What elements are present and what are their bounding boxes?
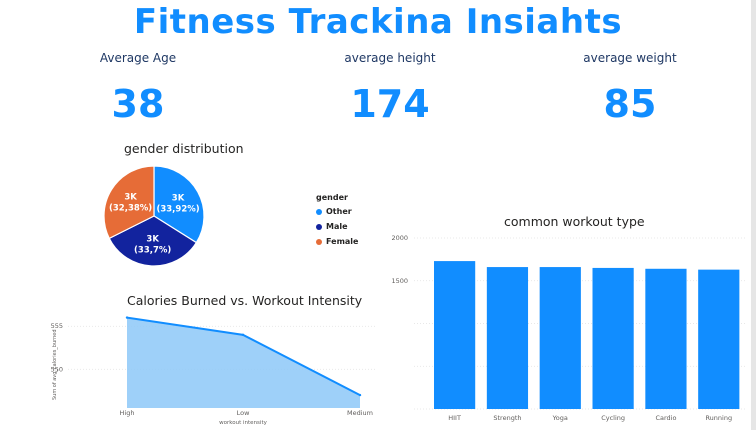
bar-strength[interactable] — [486, 267, 529, 409]
calories-area-chart[interactable]: 555550 High Low Medium Sum of avg_calories… — [40, 305, 380, 427]
bar-y-tick: 1500 — [391, 277, 408, 285]
pie-chart-title: gender distribution — [124, 141, 244, 156]
gender-pie-chart[interactable]: 3K(33,92%)3K(33,7%)3K(32,38%) — [100, 162, 220, 272]
pie-label-percent: (33,7%) — [134, 245, 171, 255]
pie-label-percent: (32,38%) — [109, 204, 152, 214]
kpi-weight-label: average weight — [583, 51, 677, 65]
area-x-tick: Low — [237, 409, 250, 417]
area-x-tick: Medium — [347, 409, 373, 417]
pie-label-value: 3K — [124, 193, 137, 203]
bar-cardio[interactable] — [645, 268, 687, 409]
kpi-age-value[interactable]: 38 — [68, 82, 208, 126]
area-x-tick: High — [120, 409, 135, 417]
bar-yoga[interactable] — [539, 267, 581, 409]
bar-cycling[interactable] — [592, 267, 634, 409]
legend-dot-icon — [316, 238, 322, 245]
kpi-height-value[interactable]: 174 — [320, 82, 460, 126]
legend-item-other[interactable]: Other — [316, 207, 358, 216]
legend-item-female[interactable]: Female — [316, 237, 358, 246]
pie-label-percent: (33,92%) — [156, 205, 199, 215]
bar-x-tick: Strength — [493, 414, 521, 422]
area-point — [358, 393, 362, 397]
pie-label-value: 3K — [146, 234, 159, 244]
bar-running[interactable] — [698, 269, 740, 409]
pie-label-value: 3K — [172, 194, 185, 204]
bar-y-tick: 2000 — [391, 234, 408, 242]
area-y-axis-label: Sum of avg_calories_burned — [52, 329, 58, 400]
bar-x-tick: Yoga — [552, 414, 568, 422]
dashboard-title: Fitness Trackina Insiahts — [133, 2, 623, 42]
area-fill — [127, 317, 360, 408]
bar-x-tick: HIIT — [448, 414, 461, 422]
area-point — [125, 316, 129, 319]
bar-x-tick: Cardio — [655, 414, 676, 422]
bar-chart-title: common workout type — [504, 214, 645, 229]
bar-x-tick: Cycling — [601, 414, 625, 422]
kpi-height-label: average height — [344, 51, 436, 65]
bar-hiit[interactable] — [434, 261, 476, 409]
legend-title: gender — [316, 193, 348, 202]
kpi-weight-value[interactable]: 85 — [560, 82, 700, 126]
area-point — [241, 333, 245, 337]
kpi-age-label: Average Age — [99, 51, 177, 65]
area-y-tick: 555 — [51, 322, 63, 330]
pie-legend: gender Other Male Female — [316, 193, 358, 246]
area-x-axis-label: workout intensity — [219, 420, 267, 426]
legend-item-male[interactable]: Male — [316, 222, 358, 231]
bar-x-tick: Running — [705, 414, 732, 422]
vertical-scrollbar[interactable] — [751, 0, 756, 430]
legend-dot-icon — [316, 208, 322, 215]
workout-bar-chart[interactable]: 2000 1500 HIIT Strength Yoga Cycling Cardio Ru… — [380, 228, 750, 428]
legend-dot-icon — [316, 223, 322, 230]
